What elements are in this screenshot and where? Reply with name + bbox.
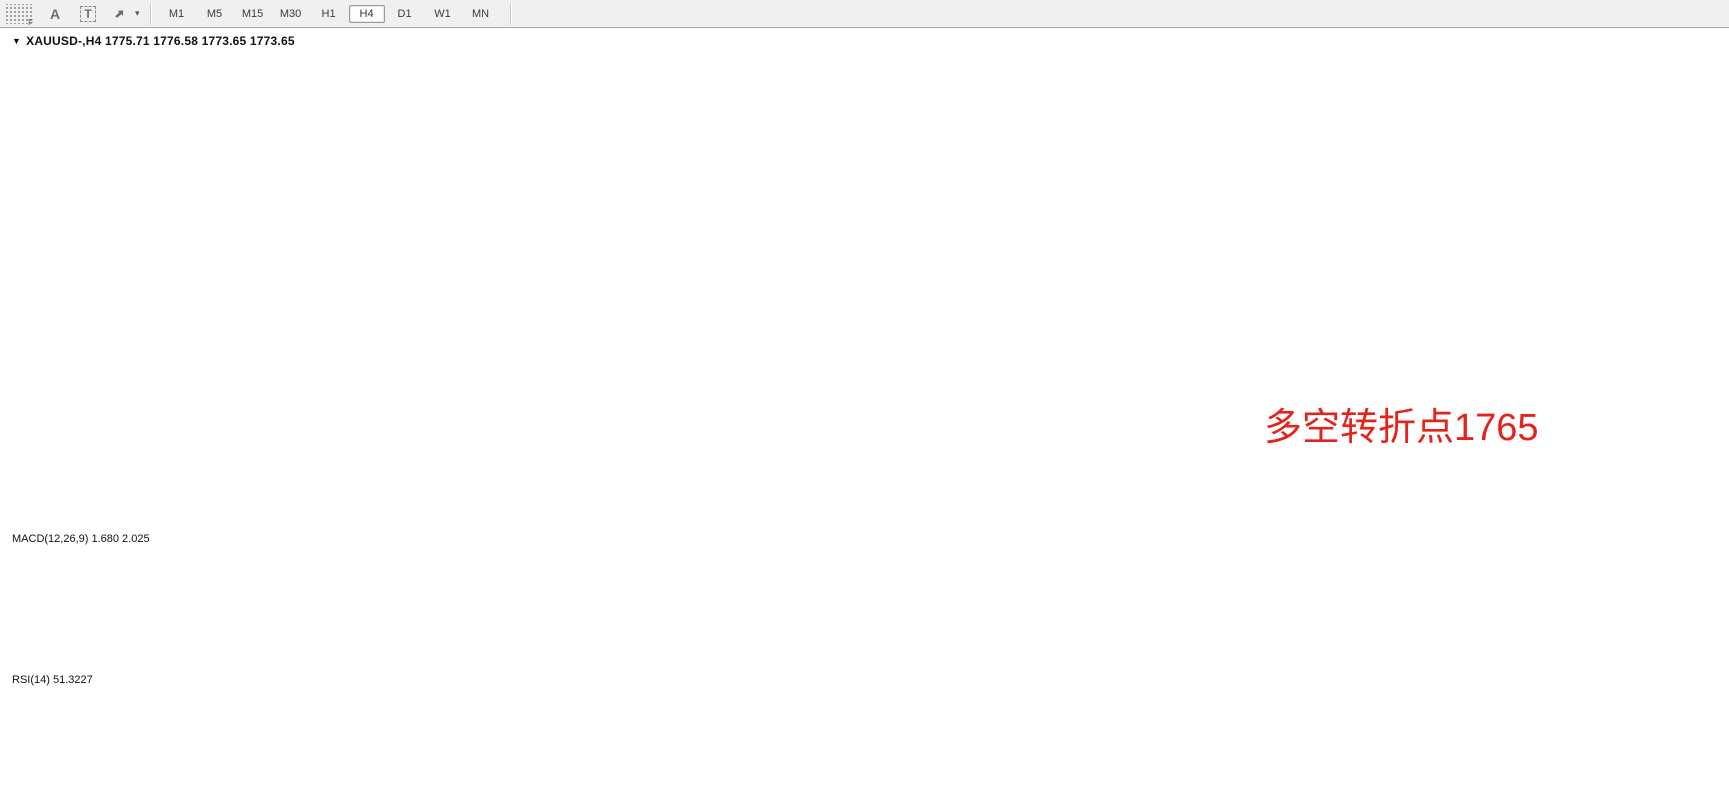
chart-grid-icon[interactable]: F [4,4,34,24]
timeframe-button-m30[interactable]: M30 [273,5,309,23]
timeframe-button-h4[interactable]: H4 [349,5,385,23]
symbol-ohlc-readout: ▼ XAUUSD-,H4 1775.71 1776.58 1773.65 177… [12,34,295,48]
macd-indicator-label: MACD(12,26,9) 1.680 2.025 [12,533,150,545]
timeframe-button-m15[interactable]: M15 [235,5,271,23]
mt4-terminal: { "toolbar": { "handle_label": "F", "fon… [0,0,1729,791]
text-label-tool-icon[interactable]: T [76,4,100,24]
chart-window: ▼ XAUUSD-,H4 1775.71 1776.58 1773.65 177… [0,28,1729,791]
timeframe-button-mn[interactable]: MN [463,5,499,23]
timeframe-button-w1[interactable]: W1 [425,5,461,23]
chevron-down-icon[interactable]: ▾ [135,8,140,19]
cursor-arrows-icon[interactable] [109,4,133,24]
timeframe-button-m1[interactable]: M1 [159,5,195,23]
timeframe-button-d1[interactable]: D1 [387,5,423,23]
toolbar: F A T ▾ M1M5M15M30H1H4D1W1MN [0,0,1729,28]
toolbar-separator [150,3,152,25]
toolbar-separator-2 [510,3,512,25]
chart-menu-icon[interactable]: ▼ [12,36,21,46]
font-tool-icon[interactable]: A [43,4,67,24]
symbol-ohlc-text: XAUUSD-,H4 1775.71 1776.58 1773.65 1773.… [26,34,295,48]
timeframe-button-m5[interactable]: M5 [197,5,233,23]
double-arrow-icon [113,7,129,21]
annotation-text: 多空转折点1765 [1264,396,1539,451]
rsi-indicator-label: RSI(14) 51.3227 [12,674,93,686]
timeframe-button-h1[interactable]: H1 [311,5,347,23]
timeframe-buttons: M1M5M15M30H1H4D1W1MN [158,5,500,23]
